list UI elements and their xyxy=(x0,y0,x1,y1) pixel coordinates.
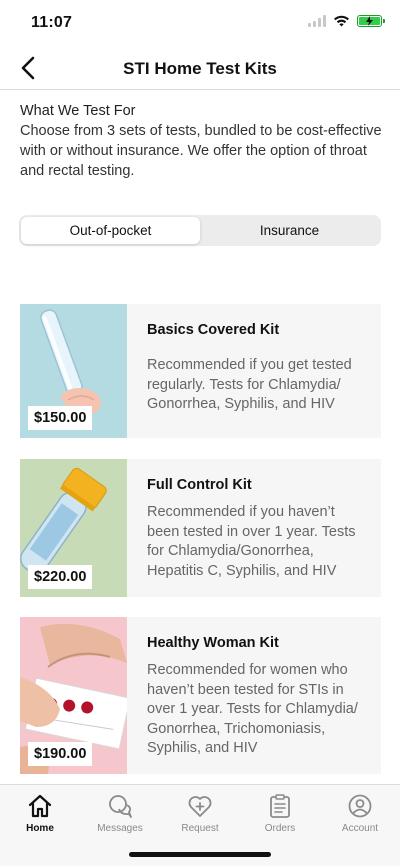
messages-icon xyxy=(109,795,132,818)
tab-request[interactable]: Request xyxy=(160,793,240,834)
status-bar: 11:07 xyxy=(0,0,400,46)
kit-price: $220.00 xyxy=(28,565,93,589)
tab-home[interactable]: Home xyxy=(0,793,80,834)
tab-label: Messages xyxy=(97,823,143,834)
kit-description: Recommended for women who haven’t been t… xyxy=(147,662,358,756)
segment-out-of-pocket[interactable]: Out-of-pocket xyxy=(21,217,200,244)
battery-icon xyxy=(357,15,385,27)
kit-card-healthy-woman[interactable]: $190.00 Healthy Woman Kit Recommended fo… xyxy=(20,617,381,774)
intro-heading: What We Test For xyxy=(20,103,136,119)
kit-description: Recommended if you haven’t been tested i… xyxy=(147,504,356,579)
kit-title: Full Control Kit xyxy=(147,477,252,493)
segment-insurance[interactable]: Insurance xyxy=(200,217,379,244)
kit-image: $150.00 xyxy=(20,304,127,438)
page-title: STI Home Test Kits xyxy=(123,59,277,78)
tab-label: Home xyxy=(26,823,54,834)
wifi-icon xyxy=(334,15,349,27)
clipboard-icon xyxy=(270,794,290,818)
kit-description: Recommended if you get tested regularly.… xyxy=(147,357,352,412)
tab-messages[interactable]: Messages xyxy=(80,793,160,834)
status-time: 11:07 xyxy=(31,14,73,31)
kit-price: $150.00 xyxy=(28,406,93,430)
navigation-bar: STI Home Test Kits xyxy=(0,46,400,90)
cellular-signal-icon xyxy=(308,15,326,27)
account-icon xyxy=(348,794,372,818)
kit-card-basics-covered[interactable]: $150.00 Basics Covered Kit Recommended i… xyxy=(20,304,381,438)
home-icon xyxy=(28,794,52,818)
kit-price: $190.00 xyxy=(28,742,93,766)
kit-image: $220.00 xyxy=(20,459,127,597)
home-indicator xyxy=(129,852,271,857)
tab-account[interactable]: Account xyxy=(320,793,400,834)
tab-label: Account xyxy=(341,823,379,834)
payment-type-segmented-control: Out-of-pocket Insurance xyxy=(19,215,381,246)
kit-title: Basics Covered Kit xyxy=(147,322,280,338)
intro-body: Choose from 3 sets of tests, bundled to … xyxy=(20,123,382,179)
heart-plus-icon xyxy=(188,796,212,817)
kit-image: $190.00 xyxy=(20,617,127,774)
tab-orders[interactable]: Orders xyxy=(240,793,320,834)
status-icons xyxy=(308,15,385,27)
intro-section: What We Test For Choose from 3 sets of t… xyxy=(20,101,382,181)
tab-label: Request xyxy=(181,823,219,834)
kit-card-full-control[interactable]: $220.00 Full Control Kit Recommended if … xyxy=(20,459,381,597)
kit-title: Healthy Woman Kit xyxy=(147,635,279,651)
tab-label: Orders xyxy=(264,823,296,834)
